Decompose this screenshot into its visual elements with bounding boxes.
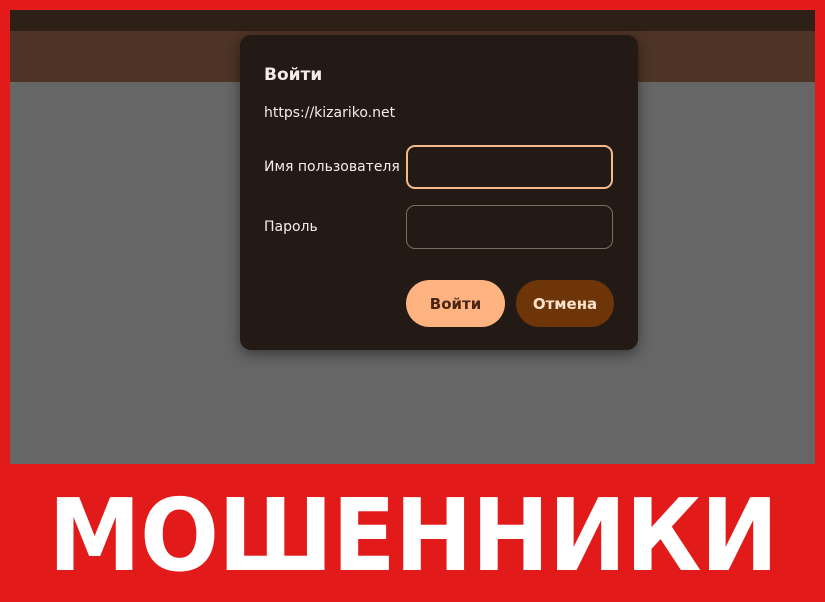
username-input[interactable] xyxy=(406,145,613,189)
browser-screenshot: Войти https://kizariko.net Имя пользоват… xyxy=(10,10,815,464)
warning-frame: Войти https://kizariko.net Имя пользоват… xyxy=(0,0,825,602)
username-label: Имя пользователя xyxy=(264,159,400,175)
password-label: Пароль xyxy=(264,219,318,235)
banner-text: МОШЕННИКИ xyxy=(47,477,778,594)
browser-top-bar xyxy=(10,10,815,31)
cancel-button[interactable]: Отмена xyxy=(516,280,614,327)
dialog-title: Войти xyxy=(264,65,323,85)
login-button[interactable]: Войти xyxy=(406,280,505,327)
warning-banner: МОШЕННИКИ xyxy=(0,470,825,602)
dialog-url: https://kizariko.net xyxy=(264,105,396,121)
login-dialog: Войти https://kizariko.net Имя пользоват… xyxy=(240,35,638,350)
password-input[interactable] xyxy=(406,205,613,249)
